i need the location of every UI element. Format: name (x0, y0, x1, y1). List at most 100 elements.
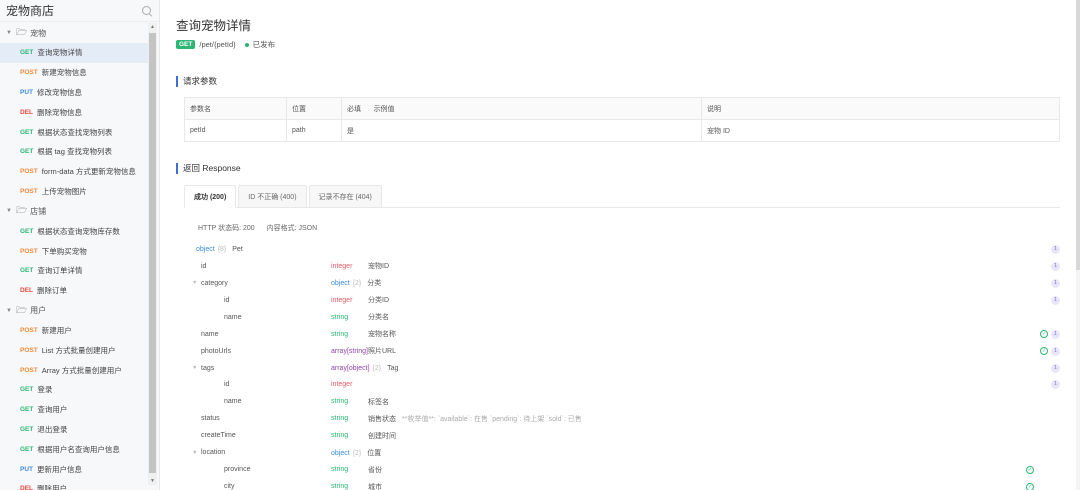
field-desc-text: 分类ID (368, 297, 389, 305)
schema-field-row[interactable]: ▼ category object {2} 分类 1 (184, 275, 1060, 292)
sidebar-item[interactable]: POST List 方式批量创建用户 (0, 340, 148, 360)
sidebar-item[interactable]: GET 查询订单详情 (0, 261, 148, 281)
sidebar-item-label: 根据 tag 查找宠物列表 (37, 147, 112, 157)
field-desc: 标签名 (368, 397, 389, 407)
schema-field-row[interactable]: id integer 分类ID 1 (184, 292, 1060, 309)
method-tag: GET (20, 425, 34, 433)
field-name: city (224, 483, 235, 490)
field-badge[interactable]: 1 (1051, 363, 1060, 373)
schema-field-row[interactable]: object {8} Pet 1 (184, 241, 1060, 258)
field-actions: 1 (1048, 363, 1060, 373)
field-name: category (201, 279, 228, 287)
sidebar-item[interactable]: GET 登录 (0, 380, 148, 400)
search-icon[interactable] (141, 5, 153, 17)
sidebar-group[interactable]: ▼ 🗁 用户 (0, 301, 148, 321)
sidebar-item-label: 查询宠物详情 (37, 48, 83, 58)
field-desc: 分类 (367, 280, 382, 288)
field-type: string (331, 432, 349, 440)
schema-field-row[interactable]: name string 分类名 (184, 309, 1060, 326)
param-example[interactable] (368, 119, 702, 142)
field-name: status (201, 415, 220, 423)
schema-field-row[interactable]: id integer 宠物ID 1 (184, 258, 1060, 275)
main-scroll-thumb[interactable] (1076, 0, 1080, 270)
scroll-down-icon[interactable]: ▼ (149, 477, 156, 485)
field-desc: 宠物名称 (368, 329, 396, 339)
schema-field-row[interactable]: name string 宠物名称 ✓ 1 (184, 326, 1060, 343)
field-badge[interactable]: 1 (1051, 346, 1060, 356)
schema-field-row[interactable]: ▼ location object {2} 位置 (184, 444, 1060, 461)
schema-field-row[interactable]: province string 省份 ✓ (184, 461, 1060, 478)
field-name: createTime (201, 432, 236, 440)
sidebar-item[interactable]: POST 新建宠物信息 (0, 63, 148, 83)
endpoint-path[interactable]: /pet/{petId} (199, 40, 235, 49)
field-badge[interactable]: 1 (1051, 295, 1060, 305)
sidebar-item[interactable]: GET 根据用户名查询用户信息 (0, 439, 148, 459)
sidebar-item[interactable]: POST form-data 方式更新宠物信息 (0, 162, 148, 182)
chevron-down-icon[interactable]: ▼ (192, 365, 201, 371)
sidebar-item[interactable]: GET 根据状态查找宠物列表 (0, 122, 148, 142)
field-badge[interactable]: 1 (1051, 380, 1060, 390)
method-tag: POST (20, 247, 38, 255)
method-tag: POST (20, 326, 38, 334)
chevron-down-icon[interactable]: ▼ (6, 30, 16, 36)
method-tag: POST (20, 187, 38, 195)
tab-success-200[interactable]: 成功 (200) (184, 185, 237, 208)
field-type: string (331, 398, 349, 406)
sidebar-item[interactable]: DEL 删除订单 (0, 281, 148, 301)
sidebar-group-label: 宠物 (30, 28, 47, 38)
chevron-down-icon[interactable]: ▼ (6, 308, 16, 314)
sidebar-item[interactable]: PUT 更新用户信息 (0, 459, 148, 479)
field-desc: 分类ID (368, 295, 389, 305)
tab-error-404[interactable]: 记录不存在 (404) (308, 185, 382, 208)
sidebar-scrollbar[interactable]: ▲ ▼ (148, 23, 157, 485)
field-name: name (224, 313, 242, 321)
sidebar-item[interactable]: GET 退出登录 (0, 420, 148, 440)
sidebar-item[interactable]: POST 下单购买宠物 (0, 241, 148, 261)
chevron-down-icon[interactable]: ▼ (6, 208, 16, 214)
page-title: 查询宠物详情 (176, 19, 252, 33)
main-scrollbar[interactable] (1076, 0, 1080, 490)
sidebar-item[interactable]: POST 新建用户 (0, 321, 148, 341)
sidebar-item[interactable]: POST Array 方式批量创建用户 (0, 360, 148, 380)
sidebar-item[interactable]: GET 根据 tag 查找宠物列表 (0, 142, 148, 162)
sidebar-item[interactable]: DEL 删除用户 (0, 479, 148, 490)
sidebar-item[interactable]: PUT 修改宠物信息 (0, 83, 148, 103)
field-name: location (201, 449, 226, 457)
chevron-down-icon[interactable]: ▼ (192, 280, 201, 286)
check-circle-icon: ✓ (1040, 347, 1048, 356)
sidebar-item[interactable]: GET 查询用户 (0, 400, 148, 420)
sidebar-item-label: List 方式批量创建用户 (41, 345, 116, 355)
field-badge[interactable]: 1 (1051, 329, 1060, 339)
field-badge[interactable]: 1 (1051, 278, 1060, 288)
field-type: integer (331, 381, 353, 389)
param-table: 参数名 位置 必填 示例值 说明 petId path 是 宠物 ID (184, 97, 1060, 142)
schema-field-row[interactable]: photoUrls array[string] 照片URL ✓ 1 (184, 343, 1060, 360)
sidebar-group[interactable]: ▼ 🗁 店铺 (0, 201, 148, 221)
sidebar-scroll-thumb[interactable] (149, 33, 156, 473)
schema-field-row[interactable]: city string 城市 ✓ (184, 478, 1060, 490)
field-badge[interactable]: 1 (1051, 261, 1060, 271)
check-circle-icon: ✓ (1026, 465, 1034, 474)
tab-error-400[interactable]: ID 不正确 (400) (238, 185, 307, 208)
sidebar-item[interactable]: GET 根据状态查询宠物库存数 (0, 221, 148, 241)
field-badge[interactable]: 1 (1051, 244, 1060, 254)
check-circle-icon: ✓ (1026, 482, 1034, 490)
sidebar-item[interactable]: DEL 删除宠物信息 (0, 102, 148, 122)
method-tag: GET (20, 445, 34, 453)
schema-field-row[interactable]: status string 销售状态 **枚举值**: `available`: 在售… (184, 410, 1060, 427)
check-circle-icon: ✓ (1040, 330, 1048, 339)
sidebar-item[interactable]: GET 查询宠物详情 (0, 43, 148, 63)
field-name: province (224, 466, 251, 474)
scroll-up-icon[interactable]: ▲ (149, 23, 156, 31)
schema-field-row[interactable]: id integer 1 (184, 377, 1060, 394)
chevron-down-icon[interactable]: ▼ (192, 450, 201, 456)
field-count: {2} (372, 364, 382, 372)
sidebar-item[interactable]: POST 上传宠物图片 (0, 182, 148, 202)
sidebar-item-label: 上传宠物图片 (41, 186, 87, 196)
schema-field-row[interactable]: name string 标签名 (184, 393, 1060, 410)
schema-field-row[interactable]: createTime string 创建时间 (184, 427, 1060, 444)
sidebar-item-label: 删除订单 (37, 286, 67, 296)
sidebar-group[interactable]: ▼ 🗁 宠物 (0, 23, 148, 43)
schema-field-row[interactable]: ▼ tags array[object] {2} Tag 1 (184, 360, 1060, 377)
method-tag: POST (20, 69, 38, 77)
